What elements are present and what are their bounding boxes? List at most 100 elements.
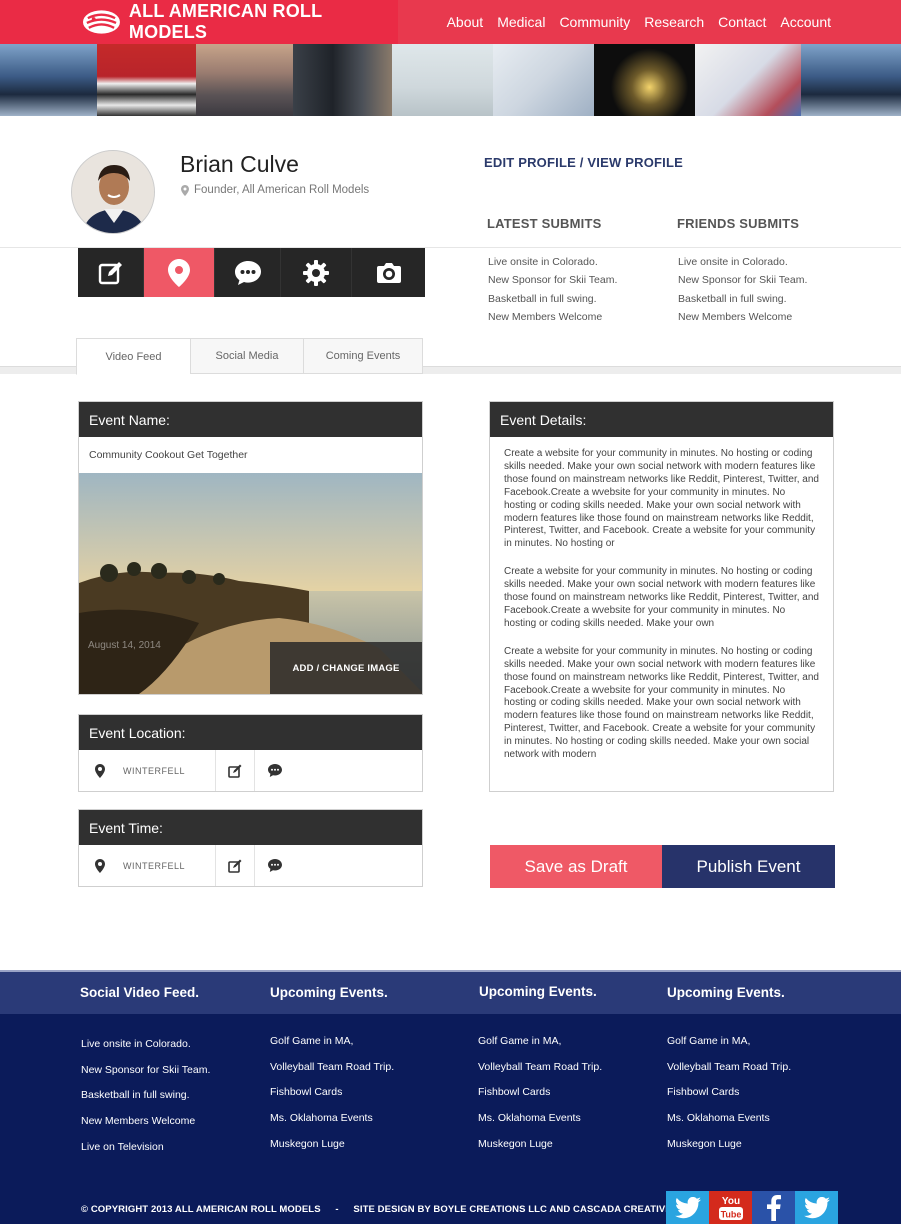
- banner-businessman-image: [293, 44, 392, 116]
- event-photo: August 14, 2014 ADD / CHANGE IMAGE: [79, 473, 422, 694]
- location-comment-button[interactable]: [255, 750, 294, 791]
- list-item[interactable]: New Members Welcome: [678, 308, 807, 326]
- nav-account[interactable]: Account: [780, 14, 831, 30]
- nav-about[interactable]: About: [447, 14, 484, 30]
- latest-submits-list: Live onsite in Colorado. New Sponsor for…: [488, 253, 617, 327]
- list-item[interactable]: Live onsite in Colorado.: [488, 253, 617, 271]
- location-pin-icon: [181, 184, 189, 196]
- footer-col-title: Upcoming Events.: [667, 985, 785, 1000]
- banner-skyline-image: [196, 44, 293, 116]
- location-value: WINTERFELL: [123, 765, 186, 776]
- copyright-text: © COPYRIGHT 2013 ALL AMERICAN ROLL MODEL…: [81, 1204, 321, 1215]
- event-location-label: Event Location:: [79, 715, 422, 750]
- facebook-button[interactable]: [752, 1191, 795, 1224]
- latest-submits-title: LATEST SUBMITS: [487, 216, 602, 231]
- tab-social-media[interactable]: Social Media: [190, 338, 303, 374]
- banner-charts-image: [695, 44, 801, 116]
- footer-col-list: Golf Game in MA, Volleyball Team Road Tr…: [270, 1029, 394, 1158]
- footer-link[interactable]: Ms. Oklahoma Events: [270, 1106, 394, 1132]
- footer-link[interactable]: Fishbowl Cards: [478, 1080, 602, 1106]
- time-comment-button[interactable]: [255, 845, 294, 886]
- list-item[interactable]: New Sponsor for Skii Team.: [678, 271, 807, 289]
- friends-submits-title: FRIENDS SUBMITS: [677, 216, 800, 231]
- footer-link[interactable]: Fishbowl Cards: [270, 1080, 394, 1106]
- toolbar-edit-button[interactable]: [78, 248, 144, 297]
- youtube-button[interactable]: You Tube: [709, 1191, 752, 1224]
- twitter-icon: [674, 1196, 701, 1218]
- list-item[interactable]: New Sponsor for Skii Team.: [488, 271, 617, 289]
- list-item[interactable]: Basketball in full swing.: [488, 290, 617, 308]
- footer-link[interactable]: New Sponsor for Skii Team.: [81, 1058, 210, 1084]
- youtube-icon: You Tube: [718, 1196, 743, 1220]
- footer-link[interactable]: Ms. Oklahoma Events: [478, 1106, 602, 1132]
- footer-link[interactable]: Live on Television: [81, 1135, 210, 1161]
- toolbar-camera-button[interactable]: [352, 248, 425, 297]
- profile-role: Founder, All American Roll Models: [181, 184, 369, 196]
- list-item[interactable]: Live onsite in Colorado.: [678, 253, 807, 271]
- footer-link[interactable]: Muskegon Luge: [478, 1132, 602, 1158]
- edit-view-profile-link[interactable]: EDIT PROFILE / VIEW PROFILE: [484, 155, 683, 170]
- footer-link[interactable]: New Members Welcome: [81, 1109, 210, 1135]
- edit-icon: [98, 261, 122, 284]
- flag-logo-icon: [82, 10, 120, 34]
- toolbar-settings-button[interactable]: [281, 248, 352, 297]
- twitter-button[interactable]: [795, 1191, 838, 1224]
- footer-link[interactable]: Volleyball Team Road Trip.: [667, 1055, 791, 1081]
- toolbar-chat-button[interactable]: [215, 248, 281, 297]
- gear-icon: [303, 259, 329, 286]
- top-navbar: ALL AMERICAN ROLL MODELS About Medical C…: [0, 0, 901, 44]
- friends-submits-list: Live onsite in Colorado. New Sponsor for…: [678, 253, 807, 327]
- event-name-input[interactable]: [79, 437, 422, 473]
- footer-link[interactable]: Basketball in full swing.: [81, 1083, 210, 1109]
- main-nav: About Medical Community Research Contact…: [433, 0, 831, 44]
- add-change-image-button[interactable]: ADD / CHANGE IMAGE: [270, 642, 422, 694]
- footer-link[interactable]: Golf Game in MA,: [478, 1029, 602, 1055]
- nav-contact[interactable]: Contact: [718, 14, 766, 30]
- list-item[interactable]: New Members Welcome: [488, 308, 617, 326]
- tab-coming-events[interactable]: Coming Events: [303, 338, 423, 374]
- footer-link[interactable]: Live onsite in Colorado.: [81, 1032, 210, 1058]
- footer-link[interactable]: Fishbowl Cards: [667, 1080, 791, 1106]
- footer-link[interactable]: Volleyball Team Road Trip.: [270, 1055, 394, 1081]
- facebook-icon: [766, 1194, 781, 1221]
- footer-link[interactable]: Golf Game in MA,: [270, 1029, 394, 1055]
- event-details-textarea[interactable]: Create a website for your community in m…: [490, 437, 833, 762]
- event-time-panel: Event Time: WINTERFELL: [78, 809, 423, 887]
- photo-date: August 14, 2014: [88, 640, 161, 651]
- nav-research[interactable]: Research: [644, 14, 704, 30]
- location-field[interactable]: WINTERFELL: [79, 750, 216, 791]
- time-edit-button[interactable]: [216, 845, 255, 886]
- banner-city-night-image-2: [801, 44, 901, 116]
- location-edit-button[interactable]: [216, 750, 255, 791]
- twitter-button[interactable]: [666, 1191, 709, 1224]
- photo-banner: [0, 44, 901, 116]
- event-name-panel: Event Name: August 14, 2014 ADD / CHA: [78, 401, 423, 695]
- save-draft-button[interactable]: Save as Draft: [490, 845, 662, 888]
- footer-link[interactable]: Muskegon Luge: [270, 1132, 394, 1158]
- publish-event-button[interactable]: Publish Event: [662, 845, 835, 888]
- footer-link[interactable]: Muskegon Luge: [667, 1132, 791, 1158]
- tab-video-feed[interactable]: Video Feed: [76, 338, 190, 375]
- footer-link[interactable]: Golf Game in MA,: [667, 1029, 791, 1055]
- list-item[interactable]: Basketball in full swing.: [678, 290, 807, 308]
- time-field[interactable]: WINTERFELL: [79, 845, 216, 886]
- nav-community[interactable]: Community: [559, 14, 630, 30]
- event-location-panel: Event Location: WINTERFELL: [78, 714, 423, 792]
- banner-chess-image: [97, 44, 196, 116]
- footer-col-list: Live onsite in Colorado. New Sponsor for…: [81, 1032, 210, 1161]
- content-tabs: Video Feed Social Media Coming Events: [76, 338, 423, 375]
- toolbar-location-button[interactable]: [144, 248, 215, 297]
- time-value: WINTERFELL: [123, 860, 186, 871]
- event-location-row: WINTERFELL: [79, 750, 422, 791]
- footer-col-title: Social Video Feed.: [80, 985, 200, 1000]
- footer-link[interactable]: Ms. Oklahoma Events: [667, 1106, 791, 1132]
- details-paragraph: Create a website for your community in m…: [504, 645, 819, 761]
- brand[interactable]: ALL AMERICAN ROLL MODELS: [0, 0, 398, 44]
- nav-medical[interactable]: Medical: [497, 14, 545, 30]
- avatar[interactable]: [71, 150, 155, 234]
- footer-link[interactable]: Volleyball Team Road Trip.: [478, 1055, 602, 1081]
- edit-view-profile-text[interactable]: EDIT PROFILE / VIEW PROFILE: [484, 155, 683, 170]
- profile-toolbar: [78, 248, 425, 297]
- copyright-line: © COPYRIGHT 2013 ALL AMERICAN ROLL MODEL…: [81, 1204, 672, 1215]
- chat-bubble-icon: [234, 260, 261, 285]
